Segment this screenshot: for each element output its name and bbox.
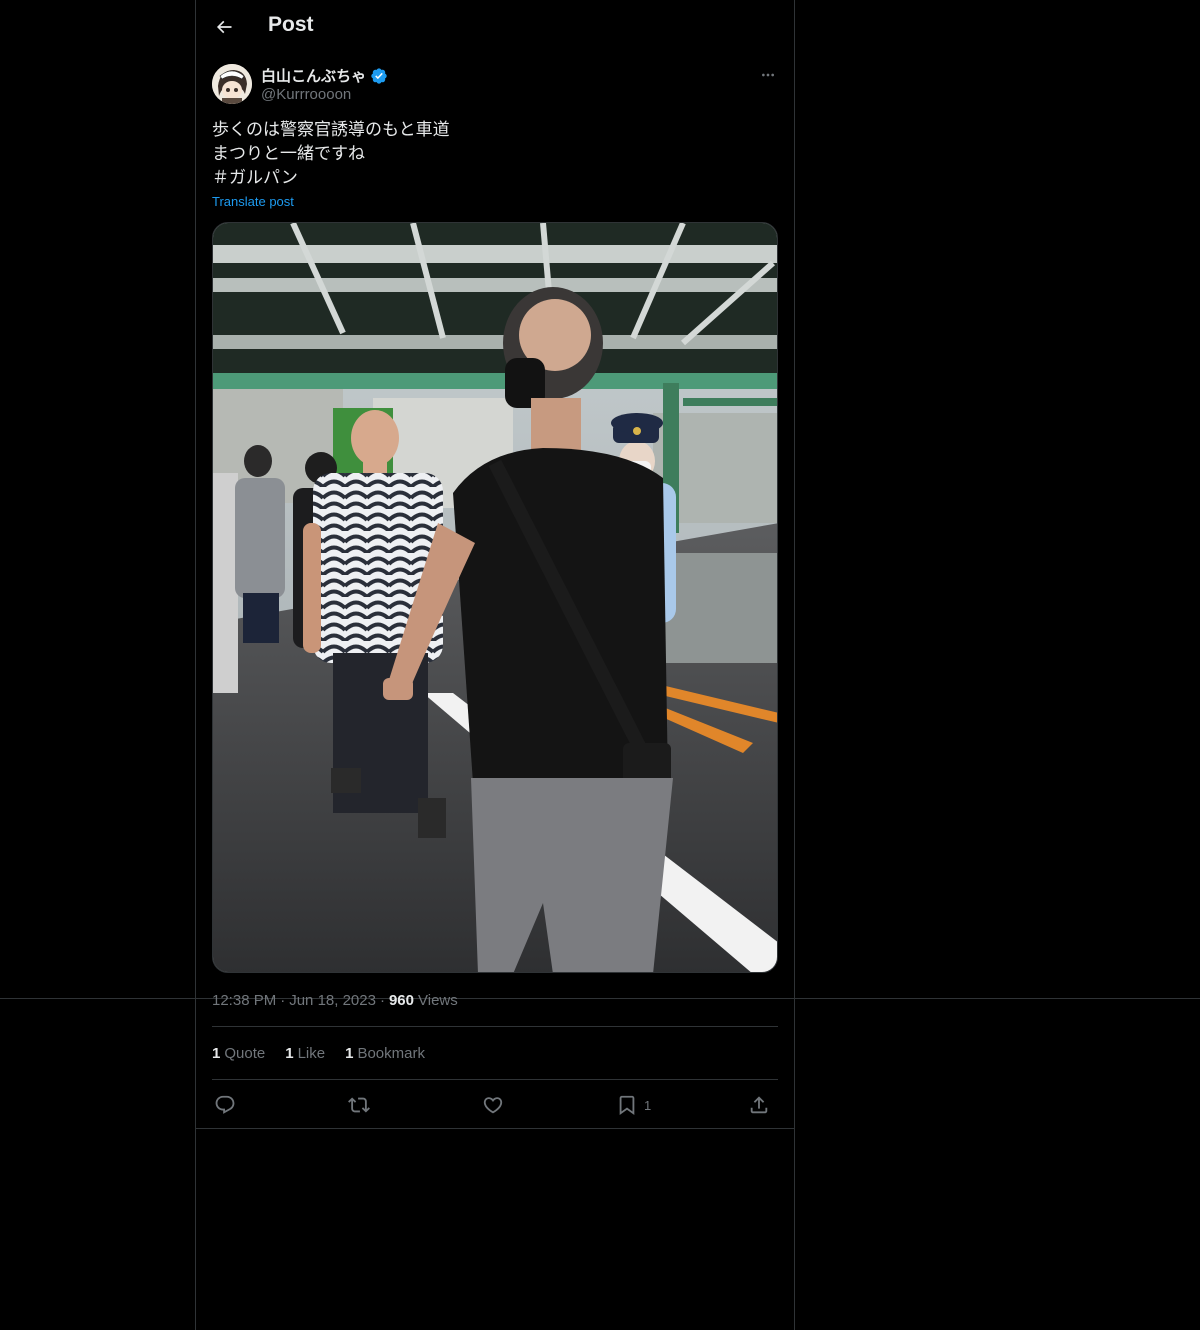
tweet-text: 歩くのは警察官誘導のもと車道 まつりと一緒ですね ＃ガルパン (212, 118, 778, 190)
more-options-button[interactable] (756, 64, 780, 86)
post-column: Post 白山こんぶちゃ @Kurrroooon 歩くのは警察官誘導のもと車道 … (195, 0, 795, 1330)
arrow-left-icon (216, 20, 232, 34)
tweet-line: まつりと一緒ですね (212, 144, 365, 164)
author-handle[interactable]: @Kurrroooon (261, 86, 351, 103)
likes-label: Like (297, 1045, 326, 1062)
quotes-label: Quote (224, 1045, 266, 1062)
likes-count: 1 (285, 1045, 294, 1062)
author-name-row[interactable]: 白山こんぶちゃ (261, 65, 388, 86)
page-title: Post (268, 13, 314, 36)
meta-separator: · (280, 992, 286, 1009)
post-date[interactable]: Jun 18, 2023 (289, 992, 376, 1009)
hashtag-link[interactable]: ＃ガルパン (212, 166, 778, 190)
reply-button[interactable] (214, 1090, 236, 1120)
repost-icon (348, 1097, 370, 1113)
share-button[interactable] (748, 1090, 770, 1120)
translate-post-link[interactable]: Translate post (212, 194, 294, 209)
bookmarks-label: Bookmark (357, 1045, 425, 1062)
bookmark-icon (619, 1095, 635, 1116)
tweet-line: 歩くのは警察官誘導のもと車道 (212, 120, 450, 140)
views-count: 960 (388, 992, 414, 1009)
verified-badge-icon (371, 67, 387, 84)
post-header: Post (196, 0, 794, 54)
meta-separator: · (379, 992, 385, 1009)
tweet-photo[interactable] (212, 222, 778, 973)
avatar[interactable] (212, 64, 252, 104)
bookmark-button[interactable]: 1 (616, 1090, 651, 1120)
bookmarks-count: 1 (345, 1045, 354, 1062)
divider (212, 1079, 778, 1080)
post-time[interactable]: 12:38 PM (212, 992, 276, 1009)
back-button[interactable] (208, 11, 240, 43)
post-bottom-border (196, 1128, 794, 1129)
more-icon (762, 73, 774, 77)
views-label: Views (418, 992, 458, 1009)
post-meta: 12:38 PM · Jun 18, 2023 · 960 Views (212, 992, 458, 1009)
like-button[interactable] (482, 1090, 504, 1120)
heart-icon (483, 1097, 503, 1114)
quotes-stat[interactable]: 1 Quote (212, 1045, 265, 1062)
likes-stat[interactable]: 1 Like (285, 1045, 325, 1062)
bookmarks-stat[interactable]: 1 Bookmark (345, 1045, 425, 1062)
share-icon (750, 1096, 768, 1114)
quotes-count: 1 (212, 1045, 221, 1062)
reply-icon (215, 1095, 235, 1114)
repost-button[interactable] (348, 1090, 370, 1120)
bookmark-count: 1 (644, 1097, 652, 1113)
action-bar: 1 (212, 1090, 778, 1120)
author-display-name[interactable]: 白山こんぶちゃ (261, 65, 366, 86)
engagement-stats: 1 Quote 1 Like 1 Bookmark (212, 1045, 425, 1062)
divider (212, 1026, 778, 1027)
